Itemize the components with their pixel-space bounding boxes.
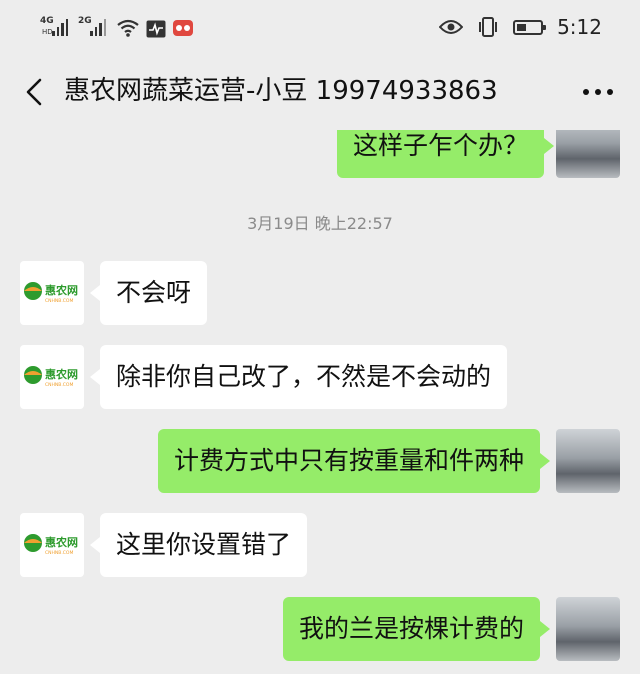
logo-domain: CNHNB.COM <box>45 382 73 388</box>
logo-domain: CNHNB.COM <box>45 298 73 304</box>
message-timestamp: 3月19日 晚上22:57 <box>247 214 393 233</box>
status-bar: 4G HD 2G 5:12 <box>0 0 640 54</box>
avatar-contact[interactable]: 惠农网 CNHNB.COM <box>20 513 84 577</box>
logo-domain: CNHNB.COM <box>45 550 73 556</box>
avatar-self[interactable] <box>556 130 620 178</box>
logo-name: 惠农网 <box>45 535 78 549</box>
chat-header: 惠农网蔬菜运营-小豆 19974933863 <box>0 54 640 130</box>
status-right: 5:12 <box>439 14 602 40</box>
huinong-logo-icon: 惠农网 CNHNB.COM <box>24 282 78 304</box>
battery-icon <box>513 19 547 35</box>
more-dots-icon[interactable] <box>580 80 616 104</box>
status-time: 5:12 <box>557 15 602 39</box>
wifi-icon <box>117 19 139 37</box>
message-bubble-self[interactable]: 计费方式中只有按重量和件两种 <box>157 429 551 493</box>
app-notification-icon <box>173 20 193 36</box>
huinong-logo-icon: 惠农网 CNHNB.COM <box>24 534 78 556</box>
message-list[interactable]: 这样子乍个办？ 3月19日 晚上22:57 惠农网 CNHNB.COM 不会呀 … <box>0 130 640 674</box>
avatar-self[interactable] <box>556 597 620 661</box>
chevron-left-icon[interactable] <box>20 74 50 110</box>
avatar-self[interactable] <box>556 429 620 493</box>
activity-icon <box>146 20 166 38</box>
avatar-contact[interactable]: 惠农网 CNHNB.COM <box>20 261 84 325</box>
logo-name: 惠农网 <box>45 367 78 381</box>
avatar-contact[interactable]: 惠农网 CNHNB.COM <box>20 345 84 409</box>
vibrate-icon <box>479 17 498 37</box>
logo-name: 惠农网 <box>45 283 78 297</box>
message-bubble-self[interactable]: 这样子乍个办？ <box>336 130 555 178</box>
message-bubble-contact[interactable]: 这里你设置错了 <box>89 513 308 577</box>
eye-comfort-icon <box>439 20 464 34</box>
signal-2g-icon: 2G <box>78 16 110 38</box>
status-left: 4G HD 2G <box>40 14 194 38</box>
chat-title: 惠农网蔬菜运营-小豆 19974933863 <box>64 76 498 106</box>
message-bubble-contact[interactable]: 不会呀 <box>89 261 208 325</box>
huinong-logo-icon: 惠农网 CNHNB.COM <box>24 366 78 388</box>
message-bubble-contact[interactable]: 除非你自己改了，不然是不会动的 <box>89 345 508 409</box>
signal-4g-icon: 4G HD <box>40 16 72 38</box>
message-bubble-self[interactable]: 我的兰是按棵计费的 <box>282 597 551 661</box>
